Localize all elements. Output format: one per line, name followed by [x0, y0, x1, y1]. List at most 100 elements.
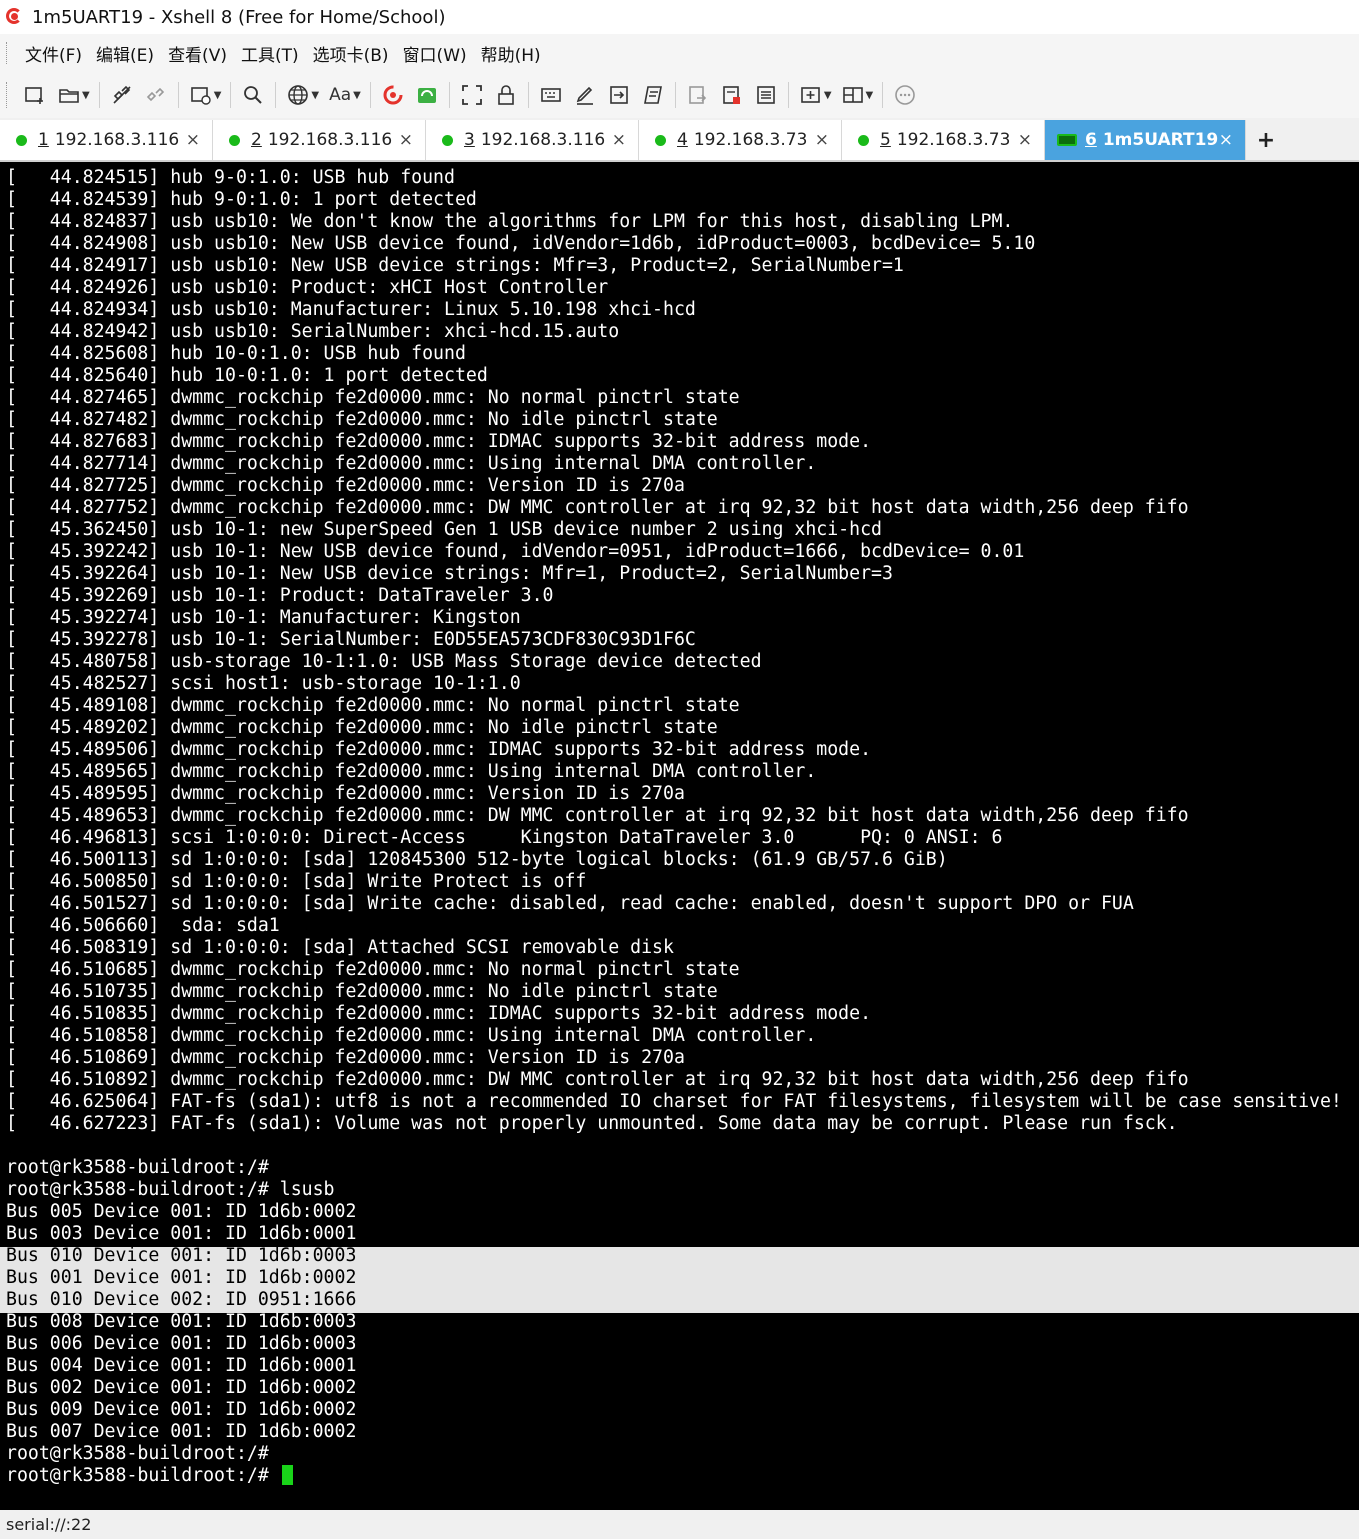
xshell-button[interactable] [378, 80, 408, 110]
send-button[interactable] [683, 80, 713, 110]
menu-bar: 文件(F) 编辑(E) 查看(V) 工具(T) 选项卡(B) 窗口(W) 帮助(… [0, 34, 1359, 72]
log-button[interactable] [751, 80, 781, 110]
menu-edit[interactable]: 编辑(E) [89, 41, 161, 66]
terminal-line: Bus 003 Device 001: ID 1d6b:0001 [6, 1223, 1342, 1245]
new-session-button[interactable] [20, 80, 50, 110]
add-dropdown-caret-icon[interactable]: ▼ [824, 90, 832, 101]
reconnect-button[interactable] [141, 80, 171, 110]
terminal-line-text: [ 46.510835] dwmmc_rockchip fe2d0000.mmc… [6, 1003, 872, 1024]
close-tab-icon[interactable]: × [1219, 130, 1233, 150]
terminal-line: [ 44.824917] usb usb10: New USB device s… [6, 255, 1342, 277]
new-window-button[interactable] [186, 80, 216, 110]
connection-address: serial://:22 [6, 1515, 92, 1534]
folder-icon [59, 89, 79, 103]
terminal-line-text: [ 44.824515] hub 9-0:1.0: USB hub found [6, 167, 455, 188]
tab-label: 192.168.3.73 [896, 130, 1011, 150]
terminal-line: root@rk3588-buildroot:/# [6, 1465, 1342, 1487]
terminal-line: [ 44.824539] hub 9-0:1.0: 1 port detecte… [6, 189, 1342, 211]
lock-button[interactable] [491, 80, 521, 110]
chat-button[interactable] [890, 80, 920, 110]
menu-window[interactable]: 窗口(W) [396, 41, 474, 66]
xftp-button[interactable] [412, 80, 442, 110]
terminal-line: [ 45.392264] usb 10-1: New USB device st… [6, 563, 1342, 585]
transfer-button[interactable] [604, 80, 634, 110]
toolbar-separator [674, 82, 676, 108]
layout-icon [842, 87, 863, 103]
window-dropdown-caret-icon[interactable]: ▼ [214, 90, 222, 101]
terminal-line: [ 46.506660] sda: sda1 [6, 915, 1342, 937]
terminal-line: [ 46.627223] FAT-fs (sda1): Volume was n… [6, 1113, 1342, 1135]
window-add-icon [190, 87, 211, 105]
menu-tools[interactable]: 工具(T) [234, 41, 306, 66]
toolbar-separator [98, 82, 100, 108]
terminal-line: [ 44.825640] hub 10-0:1.0: 1 port detect… [6, 365, 1342, 387]
terminal-line: Bus 009 Device 001: ID 1d6b:0002 [6, 1399, 1342, 1421]
close-tab-icon[interactable]: × [612, 130, 626, 150]
terminal-line-text: Bus 001 Device 001: ID 1d6b:0002 [6, 1267, 357, 1288]
terminal-line: root@rk3588-buildroot:/# [6, 1443, 1342, 1465]
open-dropdown-caret-icon[interactable]: ▼ [82, 90, 90, 101]
tab-session-4[interactable]: 4 192.168.3.73 × [639, 120, 842, 160]
terminal-line-text: Bus 007 Device 001: ID 1d6b:0002 [6, 1421, 357, 1442]
xshell-logo-icon [4, 6, 26, 28]
terminal-line-text: [ 46.501527] sd 1:0:0:0: [sda] Write cac… [6, 893, 1134, 914]
fullscreen-button[interactable] [457, 80, 487, 110]
terminal-line-text: Bus 004 Device 001: ID 1d6b:0001 [6, 1355, 357, 1376]
terminal-area[interactable]: [ 44.824515] hub 9-0:1.0: USB hub found[… [0, 162, 1359, 1510]
tab-label: 192.168.3.116 [267, 130, 393, 150]
tab-session-2[interactable]: 2 192.168.3.116 × [213, 120, 426, 160]
terminal-line-text: [ 45.482527] scsi host1: usb-storage 10-… [6, 673, 521, 694]
terminal-line: [ 45.480758] usb-storage 10-1:1.0: USB M… [6, 651, 1342, 673]
terminal-line-text: [ 45.392274] usb 10-1: Manufacturer: Kin… [6, 607, 521, 628]
encoding-button[interactable] [283, 80, 313, 110]
close-tab-icon[interactable]: × [1018, 130, 1032, 150]
font-button[interactable]: Aa [325, 80, 355, 110]
tab-label: 192.168.3.116 [54, 130, 180, 150]
tab-session-6[interactable]: 6 1m5UART19 × [1045, 120, 1246, 160]
terminal-line-text: [ 44.824539] hub 9-0:1.0: 1 port detecte… [6, 189, 477, 210]
new-session-icon [25, 87, 43, 104]
toolbar-separator [787, 82, 789, 108]
find-button[interactable] [238, 80, 268, 110]
disconnect-button[interactable] [107, 80, 137, 110]
menu-tab[interactable]: 选项卡(B) [306, 41, 396, 66]
terminal-line: [ 45.489202] dwmmc_rockchip fe2d0000.mmc… [6, 717, 1342, 739]
tab-session-3[interactable]: 3 192.168.3.116 × [426, 120, 639, 160]
toolbar-separator [275, 82, 277, 108]
compose-button[interactable] [570, 80, 600, 110]
layout-button[interactable] [838, 80, 868, 110]
tab-session-5[interactable]: 5 192.168.3.73 × [842, 120, 1045, 160]
menu-help[interactable]: 帮助(H) [474, 41, 548, 66]
terminal-line: root@rk3588-buildroot:/# [6, 1157, 1342, 1179]
tab-label: 1m5UART19 [1102, 130, 1219, 150]
terminal-line-text: [ 44.827683] dwmmc_rockchip fe2d0000.mmc… [6, 431, 872, 452]
terminal-line: [ 46.501527] sd 1:0:0:0: [sda] Write cac… [6, 893, 1342, 915]
open-button[interactable] [54, 80, 84, 110]
script-button[interactable] [638, 80, 668, 110]
fullscreen-icon [461, 85, 482, 105]
menu-file[interactable]: 文件(F) [18, 41, 89, 66]
close-tab-icon[interactable]: × [186, 130, 200, 150]
close-tab-icon[interactable]: × [399, 130, 413, 150]
tab-label: 192.168.3.116 [480, 130, 606, 150]
layout-dropdown-caret-icon[interactable]: ▼ [866, 90, 874, 101]
new-tab-group-button[interactable] [796, 80, 826, 110]
menu-view[interactable]: 查看(V) [161, 41, 234, 66]
terminal-line-text: [ 45.480758] usb-storage 10-1:1.0: USB M… [6, 651, 762, 672]
terminal-line: [ 46.500113] sd 1:0:0:0: [sda] 120845300… [6, 849, 1342, 871]
terminal-line: [ 45.489653] dwmmc_rockchip fe2d0000.mmc… [6, 805, 1342, 827]
record-button[interactable] [717, 80, 747, 110]
toolbar: ▼ ▼ ▼ Aa ▼ ▼ ▼ [0, 72, 1359, 118]
terminal-line-text: [ 45.392269] usb 10-1: Product: DataTrav… [6, 585, 554, 606]
font-dropdown-caret-icon[interactable]: ▼ [353, 90, 361, 101]
close-tab-icon[interactable]: × [815, 130, 829, 150]
toolbar-separator [177, 82, 179, 108]
encoding-dropdown-caret-icon[interactable]: ▼ [311, 90, 319, 101]
terminal-line: [ 45.482527] scsi host1: usb-storage 10-… [6, 673, 1342, 695]
keyboard-button[interactable] [536, 80, 566, 110]
new-tab-button[interactable]: + [1256, 120, 1276, 160]
tab-session-1[interactable]: 1 192.168.3.116 × [0, 120, 213, 160]
terminal-line-text: [ 45.362450] usb 10-1: new SuperSpeed Ge… [6, 519, 882, 540]
terminal-line-text: [ 46.510892] dwmmc_rockchip fe2d0000.mmc… [6, 1069, 1189, 1090]
terminal-output: [ 44.824515] hub 9-0:1.0: USB hub found[… [6, 167, 1342, 1487]
